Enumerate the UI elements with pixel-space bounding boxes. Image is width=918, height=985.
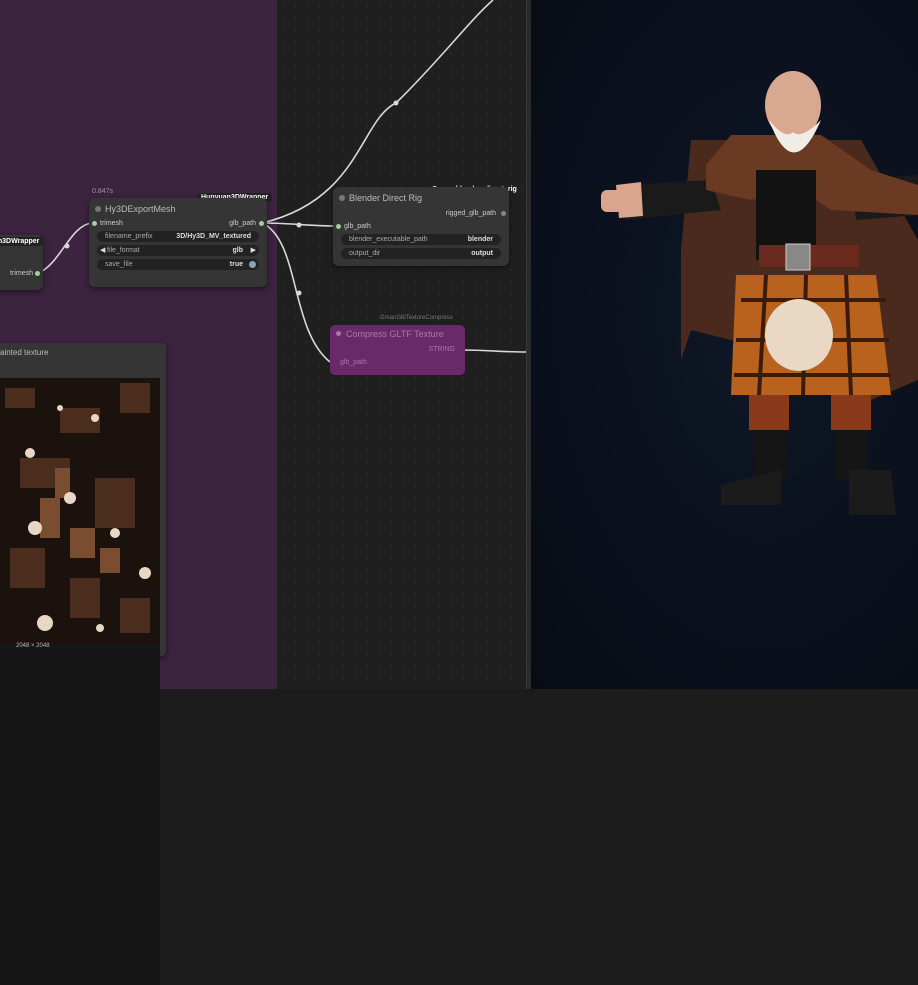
widget-value: 3D/Hy3D_MV_textured xyxy=(176,233,251,240)
mesh-node-partial[interactable]: an3DWrapper trimesh xyxy=(0,235,44,290)
3d-character-model[interactable] xyxy=(531,0,918,689)
save-file-toggle[interactable]: save_file true xyxy=(97,259,259,270)
combo-right-arrow-icon[interactable]: ▶ xyxy=(251,245,256,256)
widget-value: blender xyxy=(467,236,493,243)
output-dir-field[interactable]: output_dir output xyxy=(341,248,501,259)
node-title-bar[interactable]: Blender Direct Rig xyxy=(333,187,509,209)
node-title: ainted texture xyxy=(0,348,49,357)
blender-direct-rig-node[interactable]: Blender Direct Rig rigged_glb_path glb_p… xyxy=(333,187,509,266)
widget-value: true xyxy=(229,261,243,268)
input-trimesh-label: trimesh xyxy=(100,220,123,227)
collapse-dot[interactable] xyxy=(339,195,345,201)
input-glb-path-label: glb_path xyxy=(344,223,371,230)
export-mesh-node[interactable]: Hy3DExportMesh trimesh glb_path filename… xyxy=(89,198,267,287)
widget-label: file_format xyxy=(107,247,140,254)
texture-preview-node[interactable]: ainted texture 2048 × 2048 xyxy=(0,343,166,985)
node-title: Compress GLTF Texture xyxy=(346,329,444,339)
combo-left-arrow-icon[interactable]: ◀ xyxy=(100,245,105,256)
widget-label: filename_prefix xyxy=(105,233,153,240)
node-title: Blender Direct Rig xyxy=(349,193,423,203)
widget-label: blender_executable_path xyxy=(349,236,428,243)
file-format-combo[interactable]: ◀ file_format glb ▶ xyxy=(97,245,259,256)
input-glb-path-socket[interactable] xyxy=(336,224,341,229)
collapse-dot[interactable] xyxy=(336,331,341,336)
blender-path-field[interactable]: blender_executable_path blender xyxy=(341,234,501,245)
texture-size-label: 2048 × 2048 xyxy=(16,643,50,649)
compress-gltf-node[interactable]: Compress GLTF Texture STRING glb_path xyxy=(330,325,465,375)
input-glb-path-label: glb_path xyxy=(340,359,367,366)
output-trimesh-socket[interactable] xyxy=(35,271,40,276)
widget-label: save_file xyxy=(105,261,133,268)
compress-node-badge: GmanGlbTextureCompress xyxy=(380,315,453,321)
node-badge: an3DWrapper xyxy=(0,237,44,246)
node-title: Hy3DExportMesh xyxy=(105,204,176,214)
node-timing: 0.847s xyxy=(92,188,114,195)
toggle-knob-icon[interactable] xyxy=(249,261,256,268)
texture-image xyxy=(0,378,160,985)
widget-label: output_dir xyxy=(349,250,381,257)
output-rigged-label: rigged_glb_path xyxy=(445,210,496,217)
filename-prefix-field[interactable]: filename_prefix 3D/Hy3D_MV_textured xyxy=(97,231,259,242)
widget-value: output xyxy=(471,250,493,257)
output-trimesh-label: trimesh xyxy=(10,270,33,277)
output-glb-path-socket[interactable] xyxy=(259,221,264,226)
input-trimesh-socket[interactable] xyxy=(92,221,97,226)
widget-value: glb xyxy=(232,247,244,254)
output-glb-path-label: glb_path xyxy=(229,220,256,227)
output-rigged-socket[interactable] xyxy=(501,211,506,216)
output-string-label: STRING xyxy=(428,346,455,353)
collapse-dot[interactable] xyxy=(95,206,101,212)
node-title-bar[interactable]: Hy3DExportMesh xyxy=(89,198,267,220)
